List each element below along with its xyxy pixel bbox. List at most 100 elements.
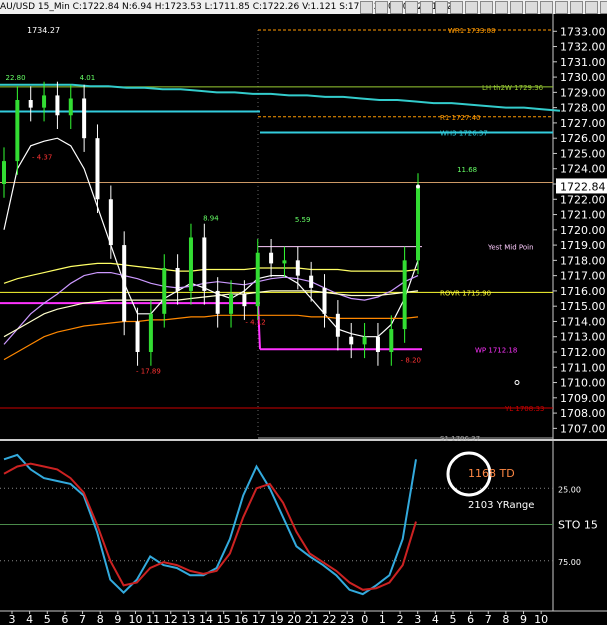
y-tick-label: 1713.00 — [560, 331, 606, 344]
y-tick-label: 1719.00 — [560, 239, 606, 252]
x-tick-label: 6 — [467, 613, 474, 625]
x-tick-label: 0 — [361, 613, 368, 625]
y-tick-label: 1707.00 — [560, 422, 606, 435]
candle-body — [282, 260, 287, 264]
sto-label: STO 15 — [558, 519, 598, 532]
x-tick-label: 11 — [146, 613, 160, 625]
candle-body — [135, 321, 140, 352]
candle-body — [242, 293, 247, 307]
y-tick-label: 1725.00 — [560, 147, 606, 160]
x-tick-label: 3 — [414, 613, 421, 625]
session-high-label: 1734.27 — [27, 26, 60, 35]
x-tick-label: 9 — [520, 613, 527, 625]
candle-body — [215, 290, 220, 314]
x-tick-label: 9 — [114, 613, 121, 625]
x-tick-label: 5 — [449, 613, 456, 625]
x-tick-label: 6 — [61, 613, 68, 625]
yrange-label: 2103 YRange — [468, 500, 534, 511]
x-tick-label: 22 — [323, 613, 337, 625]
candle-body — [2, 161, 6, 184]
x-tick-label: 10 — [128, 613, 142, 625]
level-label: Yest Mid Poin — [487, 244, 534, 252]
level-label: LH th2W 1729.36 — [482, 84, 544, 92]
x-tick-label: 21 — [305, 613, 319, 625]
y-tick-label: 1733.00 — [560, 25, 606, 38]
y-tick-label: 1716.00 — [560, 285, 606, 298]
y-tick-label: 1710.00 — [560, 377, 606, 390]
candle-body — [28, 100, 33, 108]
x-tick-label: 13 — [181, 613, 195, 625]
swing-annotation: 5.59 — [295, 216, 311, 224]
candle-body — [95, 138, 100, 200]
swing-annotation: - 4.37 — [32, 154, 52, 162]
swing-annotation: 11.68 — [457, 166, 477, 174]
y-tick-label: 1714.00 — [560, 315, 606, 328]
y-tick-label: 1709.00 — [560, 392, 606, 405]
x-tick-label: 4 — [432, 613, 439, 625]
td-value-label: 1168 TD — [468, 467, 515, 480]
x-tick-label: 12 — [164, 613, 178, 625]
level-label: WR1 1733.08 — [448, 27, 495, 35]
candle-body — [175, 268, 180, 291]
sto-tick-label: 25.00 — [558, 485, 581, 494]
swing-annotation: - 8.20 — [401, 357, 421, 365]
y-tick-label: 1718.00 — [560, 254, 606, 267]
y-tick-label: 1728.00 — [560, 102, 606, 115]
x-tick-label: 5 — [44, 613, 51, 625]
candle-body — [322, 287, 327, 314]
x-tick-label: 20 — [287, 613, 301, 625]
x-tick-label: 23 — [340, 613, 354, 625]
y-tick-label: 1720.00 — [560, 224, 606, 237]
candle-body — [416, 187, 420, 261]
x-tick-label: 3 — [9, 613, 16, 625]
swing-annotation: 8.94 — [203, 215, 219, 223]
y-tick-label: 1711.00 — [560, 361, 606, 374]
candle-body — [349, 336, 354, 345]
candle-body — [335, 313, 340, 337]
candle-body — [229, 293, 234, 314]
candle-body — [389, 329, 394, 352]
y-tick-label: 1708.00 — [560, 407, 606, 420]
x-tick-label: 4 — [26, 613, 33, 625]
candle-body — [375, 336, 380, 352]
y-tick-label: 1715.00 — [560, 300, 606, 313]
x-tick-label: 17 — [252, 613, 266, 625]
candle-body — [42, 95, 47, 108]
candle-body — [402, 260, 407, 330]
y-tick-label: 1731.00 — [560, 56, 606, 69]
candle-body — [82, 98, 87, 139]
level-label: R1 1727.40 — [440, 114, 481, 122]
y-tick-label: 1732.00 — [560, 41, 606, 54]
candle-body — [188, 237, 193, 291]
y-tick-label: 1717.00 — [560, 270, 606, 283]
candle-body — [295, 260, 300, 276]
y-tick-label: 1726.00 — [560, 132, 606, 145]
price-chart: 1734.27 1733.00 1732.00 1731.00 1730.00 1729.… — [0, 14, 607, 625]
candle-body — [68, 98, 73, 116]
swing-annotation: 22.80 — [6, 74, 26, 82]
level-label: ROVR 1715.90 — [440, 289, 491, 297]
x-tick-label: 16 — [234, 613, 248, 625]
level-label: YL 1708.33 — [504, 405, 544, 413]
y-tick-label: 1727.00 — [560, 117, 606, 130]
candle-body — [108, 199, 113, 246]
x-tick-label: 2 — [397, 613, 404, 625]
candle-body — [148, 313, 153, 352]
y-tick-label: 1729.00 — [560, 86, 606, 99]
level-label: S1 1706.37 — [440, 435, 480, 443]
candle-body — [255, 252, 260, 307]
swing-annotation: 4.01 — [80, 74, 96, 82]
x-tick-label: 8 — [97, 613, 104, 625]
last-price-label: 1722.84 — [560, 180, 606, 193]
y-tick-label: 1724.00 — [560, 163, 606, 176]
x-tick-label: 8 — [502, 613, 509, 625]
last-price-dot — [416, 184, 420, 189]
x-tick-label: 10 — [534, 613, 548, 625]
candle-body — [269, 252, 274, 264]
candle-body — [122, 245, 127, 322]
x-tick-label: 7 — [485, 613, 492, 625]
sto-tick-label: 75.00 — [558, 558, 581, 567]
x-tick-label: 1 — [379, 613, 386, 625]
candle-body — [162, 268, 167, 314]
candle-body — [15, 100, 20, 162]
